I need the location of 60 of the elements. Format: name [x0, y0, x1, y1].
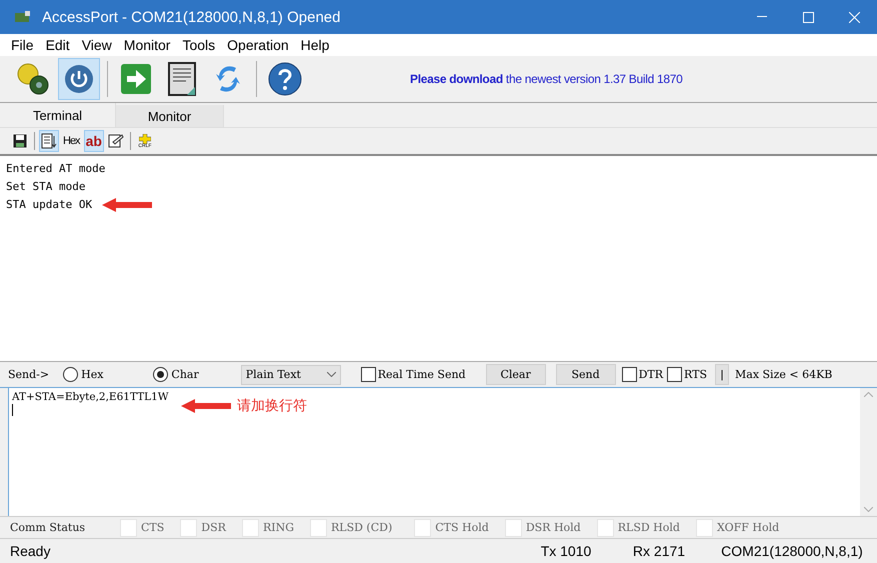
indicator-label: DSR Hold — [526, 521, 581, 534]
indicator-label: RLSD (CD) — [330, 521, 392, 534]
send-label: Send-> — [8, 368, 50, 381]
save-icon — [13, 134, 27, 148]
menu-item[interactable]: File — [6, 37, 39, 53]
mode-radio[interactable]: Hex — [63, 367, 104, 382]
list-icon — [41, 133, 57, 149]
line-checkbox[interactable]: DTR — [622, 367, 664, 382]
window-title: AccessPort - COM21(128000,N,8,1) Opened — [42, 8, 342, 26]
rx-count: Rx 2171 — [632, 543, 686, 559]
close-icon — [848, 12, 860, 22]
edit-icon — [108, 133, 124, 149]
menu-item[interactable]: Monitor — [118, 37, 176, 53]
chevron-up-icon — [864, 392, 873, 397]
indicator-label: DSR — [201, 521, 226, 534]
menu-item[interactable]: Tools — [177, 37, 220, 53]
received-line: Set STA mode — [6, 179, 86, 195]
toolbar-button[interactable] — [39, 130, 59, 152]
scrollbar[interactable] — [860, 388, 877, 516]
menu-item[interactable]: Help — [296, 37, 334, 53]
max-size-label: Max Size < 64KB — [735, 368, 832, 381]
chevron-down-icon — [864, 507, 873, 512]
update-notice[interactable]: Please download the newest version 1.37 Build 1870 — [410, 72, 683, 86]
port-status: COM21(128000,N,8,1) — [720, 543, 864, 559]
real-time-send-checkbox[interactable]: Real Time Send — [360, 367, 466, 382]
menu-item[interactable]: Edit — [40, 37, 75, 53]
menu-item[interactable]: View — [76, 37, 117, 53]
arrow-right-icon — [120, 63, 152, 95]
app-icon — [14, 10, 32, 24]
status-message: Ready — [9, 543, 52, 559]
power-icon — [64, 64, 94, 94]
tab[interactable]: Monitor — [116, 105, 224, 127]
mode-radio[interactable]: Char — [153, 367, 199, 382]
indicator-label: RLSD Hold — [618, 521, 680, 534]
arrow-icon — [181, 399, 231, 413]
toolbar-button[interactable]: Hex — [61, 130, 82, 152]
minimize-icon — [757, 16, 767, 18]
toolbar-button[interactable]: Send — [556, 364, 616, 385]
arrow-icon — [102, 198, 152, 212]
maximize-icon — [802, 12, 814, 22]
chevron-down-icon — [326, 372, 336, 377]
indicator-label: CTS Hold — [435, 521, 489, 534]
document-icon — [168, 62, 196, 96]
received-line: STA update OK — [6, 197, 92, 213]
send-text[interactable]: AT+STA=Ebyte,2,E61TTL1W — [12, 391, 169, 403]
toolbar-button[interactable]: ab — [84, 130, 104, 152]
annotation-text: 请加换行符 — [237, 397, 307, 415]
menu-item[interactable]: Operation — [222, 37, 294, 53]
indicator-label: CTS — [141, 521, 164, 534]
indicator-label: RING — [262, 521, 294, 534]
format-dropdown[interactable]: Plain Text — [240, 364, 341, 384]
comm-status-label: Comm Status — [10, 521, 86, 534]
indicator-label: XOFF Hold — [716, 521, 780, 534]
toggle-button[interactable]: | — [715, 364, 729, 385]
toolbar-button[interactable]: Clear — [486, 364, 546, 385]
tx-count: Tx 1010 — [540, 543, 592, 559]
received-line: Entered AT mode — [6, 161, 106, 177]
plus-icon — [138, 134, 151, 144]
line-checkbox[interactable]: RTS — [667, 367, 707, 382]
help-icon — [268, 62, 302, 96]
